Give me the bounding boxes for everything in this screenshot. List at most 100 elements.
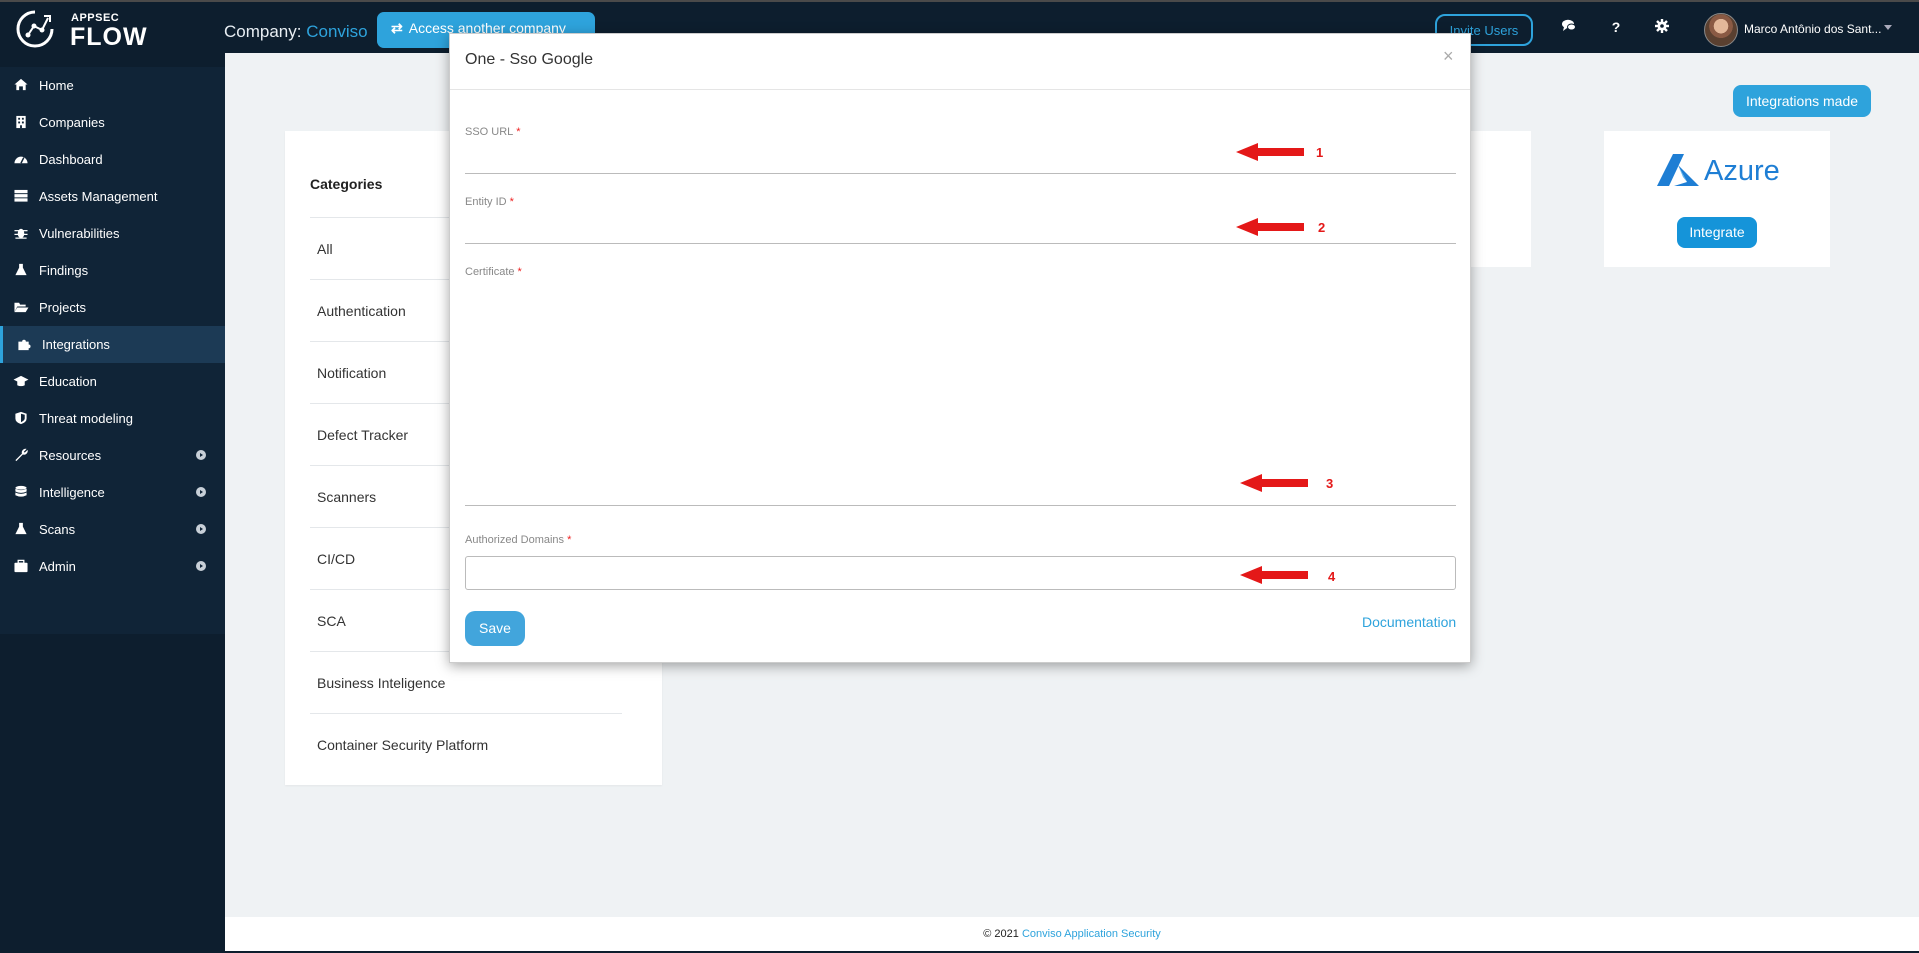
annotation-number-1: 1 bbox=[1316, 145, 1324, 160]
sidebar-item-label: Dashboard bbox=[39, 152, 103, 167]
sso-google-modal: One - Sso Google × SSO URL * Entity ID * C… bbox=[449, 33, 1471, 663]
shield-icon bbox=[15, 411, 27, 425]
close-icon[interactable]: × bbox=[1443, 46, 1454, 67]
folder-open-icon bbox=[14, 302, 29, 313]
documentation-link[interactable]: Documentation bbox=[1362, 614, 1456, 630]
gauge-icon bbox=[14, 156, 28, 164]
swap-arrows-icon: ⇄ bbox=[391, 20, 403, 36]
sidebar-item-label: Vulnerabilities bbox=[39, 226, 120, 241]
sso-url-label-text: SSO URL bbox=[465, 126, 514, 138]
sidebar-item-intelligence[interactable]: Intelligence bbox=[0, 474, 225, 511]
annotation-number-3: 3 bbox=[1326, 476, 1334, 491]
appsec-flow-logo[interactable]: APPSEC FLOW bbox=[14, 8, 147, 52]
sidebar-item-dashboard[interactable]: Dashboard bbox=[0, 141, 225, 178]
sidebar-item-integrations[interactable]: Integrations bbox=[0, 326, 225, 363]
required-marker: * bbox=[567, 534, 572, 546]
database-icon bbox=[15, 485, 27, 497]
required-marker: * bbox=[516, 126, 521, 138]
company-name[interactable]: Conviso bbox=[306, 22, 367, 41]
chat-icon[interactable] bbox=[1559, 19, 1579, 35]
sso-url-input[interactable] bbox=[465, 146, 1456, 174]
sidebar-item-label: Resources bbox=[39, 448, 102, 463]
azure-logo-icon bbox=[1657, 154, 1699, 186]
sidebar-item-label: Companies bbox=[39, 115, 105, 130]
annotation-arrow-4 bbox=[1240, 566, 1308, 584]
annotation-number-4: 4 bbox=[1328, 569, 1336, 584]
required-marker: * bbox=[509, 196, 514, 208]
sidebar-item-label: Projects bbox=[39, 300, 86, 315]
chevron-down-icon[interactable] bbox=[1884, 25, 1892, 30]
annotation-arrow-2 bbox=[1236, 218, 1304, 236]
integrations-made-button[interactable]: Integrations made bbox=[1733, 85, 1871, 117]
save-button[interactable]: Save bbox=[465, 611, 525, 646]
chevron-right-icon[interactable] bbox=[196, 487, 206, 497]
flask-icon bbox=[15, 263, 27, 276]
certificate-label-text: Certificate bbox=[465, 266, 515, 278]
modal-header: One - Sso Google × bbox=[450, 34, 1470, 90]
category-item[interactable]: Container Security Platform bbox=[310, 713, 622, 775]
user-avatar[interactable] bbox=[1704, 13, 1738, 47]
footer-copyright: © 2021 bbox=[983, 928, 1019, 940]
sidebar-item-home[interactable]: Home bbox=[0, 67, 225, 104]
flow-logo-icon bbox=[16, 10, 54, 48]
sidebar-item-label: Intelligence bbox=[39, 485, 105, 500]
graduation-cap-icon bbox=[13, 375, 29, 387]
azure-logo: Azure bbox=[1656, 153, 1786, 191]
entity-id-input[interactable] bbox=[465, 216, 1456, 244]
sidebar-item-label: Scans bbox=[39, 522, 76, 537]
annotation-arrow-3 bbox=[1240, 474, 1308, 492]
sidebar-item-label: Integrations bbox=[42, 337, 110, 352]
azure-logo-text: Azure bbox=[1704, 155, 1780, 187]
sidebar-item-threat-modeling[interactable]: Threat modeling bbox=[0, 400, 225, 437]
server-icon bbox=[14, 189, 28, 202]
azure-integration-card: Azure Integrate bbox=[1604, 131, 1830, 267]
integrate-button[interactable]: Integrate bbox=[1677, 217, 1757, 248]
wrench-icon bbox=[15, 448, 28, 462]
gear-icon[interactable] bbox=[1652, 19, 1672, 36]
sidebar-nav: Home Companies Dashboard Assets Management V… bbox=[0, 67, 225, 634]
sidebar-item-admin[interactable]: Admin bbox=[0, 548, 225, 585]
sidebar-item-label: Threat modeling bbox=[39, 411, 133, 426]
categories-title: Categories bbox=[310, 176, 383, 192]
sidebar-item-scans[interactable]: Scans bbox=[0, 511, 225, 548]
company-label: Company: bbox=[224, 22, 302, 41]
user-name[interactable]: Marco Antônio dos Sant... bbox=[1744, 22, 1881, 36]
sidebar-item-assets-management[interactable]: Assets Management bbox=[0, 178, 225, 215]
sidebar-item-label: Admin bbox=[39, 559, 76, 574]
sidebar-item-label: Home bbox=[39, 78, 74, 93]
sidebar-item-companies[interactable]: Companies bbox=[0, 104, 225, 141]
sidebar-item-findings[interactable]: Findings bbox=[0, 252, 225, 289]
footer: © 2021 Conviso Application Security bbox=[225, 917, 1919, 951]
modal-title: One - Sso Google bbox=[465, 51, 594, 68]
bug-icon bbox=[14, 228, 28, 239]
help-icon[interactable]: ? bbox=[1606, 19, 1626, 35]
authorized-domains-label: Authorized Domains * bbox=[465, 534, 571, 546]
sidebar-item-education[interactable]: Education bbox=[0, 363, 225, 400]
entity-id-label: Entity ID * bbox=[465, 196, 514, 208]
annotation-arrow-1 bbox=[1236, 143, 1304, 161]
building-icon bbox=[16, 115, 26, 129]
chevron-right-icon[interactable] bbox=[196, 561, 206, 571]
sidebar-item-label: Assets Management bbox=[39, 189, 158, 204]
home-icon bbox=[14, 78, 28, 91]
sidebar-item-projects[interactable]: Projects bbox=[0, 289, 225, 326]
chevron-right-icon[interactable] bbox=[196, 524, 206, 534]
sso-url-label: SSO URL * bbox=[465, 126, 521, 138]
sidebar: Home Companies Dashboard Assets Management V… bbox=[0, 53, 225, 953]
briefcase-icon bbox=[14, 559, 28, 573]
sidebar-item-label: Education bbox=[39, 374, 97, 389]
chevron-right-icon[interactable] bbox=[196, 450, 206, 460]
sidebar-item-resources[interactable]: Resources bbox=[0, 437, 225, 474]
sidebar-item-vulnerabilities[interactable]: Vulnerabilities bbox=[0, 215, 225, 252]
puzzle-icon bbox=[18, 339, 31, 351]
annotation-number-2: 2 bbox=[1318, 220, 1326, 235]
certificate-label: Certificate * bbox=[465, 266, 522, 278]
company-indicator: Company: Conviso bbox=[224, 22, 368, 42]
sidebar-item-label: Findings bbox=[39, 263, 89, 278]
entity-id-label-text: Entity ID bbox=[465, 196, 507, 208]
logo-big-text: FLOW bbox=[70, 23, 148, 51]
flask-icon bbox=[15, 522, 27, 535]
authorized-domains-label-text: Authorized Domains bbox=[465, 534, 565, 546]
footer-link[interactable]: Conviso Application Security bbox=[1022, 928, 1161, 940]
required-marker: * bbox=[517, 266, 522, 278]
